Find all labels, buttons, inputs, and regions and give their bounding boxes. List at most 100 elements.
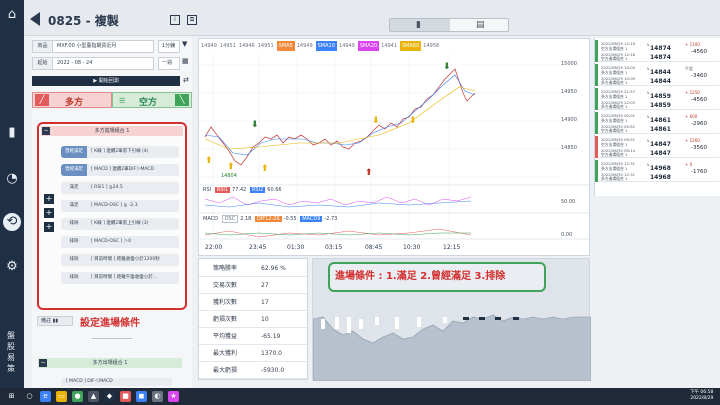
home-icon[interactable]: ⌂: [3, 6, 21, 24]
exit-condition-row[interactable]: [ MACD ] DIF＜MACD: [62, 378, 172, 386]
collapse-icon[interactable]: −: [39, 359, 47, 367]
folder-icon[interactable]: ▭: [56, 391, 67, 402]
stat-value: 1370.0: [261, 350, 282, 357]
timeframe-select[interactable]: 1分鐘: [158, 40, 180, 53]
trade-cumulative: -3560: [691, 145, 707, 151]
macd-line: [204, 228, 472, 238]
note-button[interactable]: 備註 ▮▮: [37, 316, 73, 326]
time-label: 08:45: [365, 244, 383, 251]
calendar-icon[interactable]: ▦: [182, 57, 189, 65]
app-icon[interactable]: ■: [120, 391, 131, 402]
entry-condition-group: − 多方進場組合 1 曾經滿足[ K線 ] 連續2筆黑下引線 (4) 曾經滿足[…: [37, 122, 187, 310]
condition-row[interactable]: 排除[ MACD-OSC ] ＞0: [61, 236, 179, 248]
stat-value: -5930.0: [261, 367, 285, 374]
entry-condition-callout: 進場條件 : 1.滿足 2.曾經滿足 3.排除: [328, 262, 546, 292]
filter-icon[interactable]: ▼: [182, 40, 187, 48]
search-icon[interactable]: ○: [24, 391, 35, 402]
period-select[interactable]: 一週: [158, 57, 180, 70]
buy-signal-icon: ⬇: [372, 116, 380, 126]
stat-value: 62.96 %: [261, 265, 286, 272]
stat-key: 交易次數: [213, 282, 238, 289]
strategy-icon[interactable]: ⟲: [3, 213, 21, 231]
app-icon[interactable]: ●: [72, 391, 83, 402]
exit-group-header: − 多方出場組合 1: [38, 358, 182, 368]
rsi-legend: RSI RSI1 77.42 RSI2 60.66: [203, 187, 282, 193]
stat-value: -65.19: [261, 333, 281, 340]
stat-row: 交易次數 27: [199, 278, 309, 294]
tab-long[interactable]: ╱ 多方: [32, 92, 112, 108]
macd-legend: MACD OSC 2.18 DIF12-26 -0.55 MACD9 -2.73: [203, 215, 338, 223]
trade-price: 14874: [650, 45, 671, 52]
trade-cumulative: -4560: [691, 97, 707, 103]
stat-row: 虧損次數 10: [199, 312, 309, 328]
app-icon[interactable]: ▲: [88, 391, 99, 402]
price-chart[interactable]: 14949 14951 14946 14951 SMA5 14949 SMA10 14949 S…: [198, 38, 591, 256]
app-icon[interactable]: ◼: [136, 391, 147, 402]
run-backtest-button[interactable]: ▶ 開始回測: [32, 76, 180, 86]
sell-signal-icon: ⬇: [251, 120, 259, 130]
add-satisfied-button[interactable]: +: [44, 194, 54, 204]
divider: [92, 338, 132, 339]
trade-pnl: + 0: [685, 162, 693, 167]
trade-price: 14844: [650, 78, 671, 85]
time-label: 10:30: [403, 244, 421, 251]
copy-icon[interactable]: ⧉: [187, 15, 197, 25]
tab-short[interactable]: ☰ 空方 ╲: [112, 92, 192, 108]
stat-row: 平均獲益 -65.19: [199, 329, 309, 345]
trade-price: 14847: [650, 150, 671, 157]
trade-price: 14861: [650, 117, 671, 124]
trade-price: 14859: [650, 93, 671, 100]
chart-canvas: ⬆ ⬆ ⬆ ⬇ ⬆ ⬇ ⬇ ⬇: [199, 53, 591, 240]
rsi-line: [204, 196, 472, 206]
info-icon[interactable]: i: [170, 15, 180, 25]
swap-icon[interactable]: ⇄: [183, 76, 189, 84]
collapse-icon[interactable]: −: [42, 127, 50, 135]
y-axis-label: 14900: [561, 117, 577, 123]
rsi-axis-label: 50.00: [561, 199, 576, 205]
trade-row[interactable]: 2022/08/30 12:31 多方出場組合 1 2022/08/30 12:31…: [595, 160, 719, 182]
trade-row[interactable]: 2022/08/29 10:05 多方出場組合 1 2022/08/29 10:05…: [595, 64, 719, 86]
trade-price: 14861: [650, 126, 671, 133]
short-indicator-icon: ╲: [175, 94, 189, 106]
condition-row[interactable]: 滿足[ RSI1 ] ≧24.5: [61, 182, 179, 194]
pie-chart-icon[interactable]: ◔: [3, 170, 21, 188]
price-line: [204, 68, 476, 166]
gear-icon[interactable]: ⚙: [3, 258, 21, 276]
app-icon[interactable]: ◆: [104, 391, 115, 402]
date-field[interactable]: 起始 2022 - 08 - 24: [32, 57, 154, 70]
trade-side-bar: [595, 64, 598, 86]
add-exclude-button[interactable]: +: [44, 222, 54, 232]
trade-row[interactable]: 2022/08/30 00:01 多方出場組合 1 2022/08/30 00:52…: [595, 112, 719, 134]
trade-price: 14874: [650, 54, 671, 61]
condition-row[interactable]: 曾經滿足[ K線 ] 連續2筆黑下引線 (4): [61, 146, 179, 158]
app-icon[interactable]: ★: [168, 391, 179, 402]
view-toggle[interactable]: ▮ ▤: [389, 18, 509, 32]
stats-table: 策略勝率 62.96 % 交易次數 27 獲利次數 17 虧損次數 10 平均獲益 -65.19 最…: [198, 258, 309, 380]
condition-row[interactable]: 曾經滿足[ MACD ] 連續2筆DIF＞MACD: [61, 164, 179, 176]
trade-row[interactable]: 2022/08/29 12:19 空方出場組合 1 2022/08/29 12:18…: [595, 40, 719, 62]
bar-chart-icon[interactable]: ▮: [3, 124, 21, 142]
stat-key: 最大虧損: [213, 367, 238, 374]
condition-row[interactable]: 排除[ 目前時間 ] 距離午盤收盤小於...: [61, 272, 179, 284]
app-icon[interactable]: ◐: [152, 391, 163, 402]
edge-icon[interactable]: e: [40, 391, 51, 402]
trade-row[interactable]: 2022/08/29 21:57 多方出場組合 1 2022/08/29 22:03…: [595, 88, 719, 110]
trade-row[interactable]: 2022/08/30 09:51 空方出場組合 1 2022/08/30 09:14…: [595, 136, 719, 158]
entry-group-header: − 多方進場組合 1: [41, 126, 183, 136]
strategy-panel: 商品 MXF.00 小型臺指期貨近月 1分鐘 ▼ 起始 2022 - 08 - …: [32, 38, 192, 388]
condition-row[interactable]: 排除[ 目前時間 ] 距離收盤小於1200秒: [61, 254, 179, 266]
product-field[interactable]: 商品 MXF.00 小型臺指期貨近月: [32, 40, 154, 53]
trade-action: 多方進場組合 1: [601, 104, 628, 109]
stat-key: 最大獲利: [213, 350, 238, 357]
condition-row[interactable]: 排除[ K線 ] 連續2筆黑上引線 (3): [61, 218, 179, 230]
windows-start-icon[interactable]: ⊞: [6, 391, 17, 402]
stat-key: 虧損次數: [213, 316, 238, 323]
stat-key: 獲利次數: [213, 299, 238, 306]
macd-line: [204, 232, 471, 236]
condition-row[interactable]: 滿足[ MACD-OSC ] ≧ -2.3: [61, 200, 179, 212]
trade-list[interactable]: 2022/08/29 12:19 空方出場組合 1 2022/08/29 12:18…: [594, 38, 720, 196]
trade-pnl: + 600: [685, 114, 698, 119]
stat-row: 最大獲利 1370.0: [199, 346, 309, 362]
add-ever-satisfied-button[interactable]: +: [44, 208, 54, 218]
back-icon[interactable]: [30, 12, 40, 26]
